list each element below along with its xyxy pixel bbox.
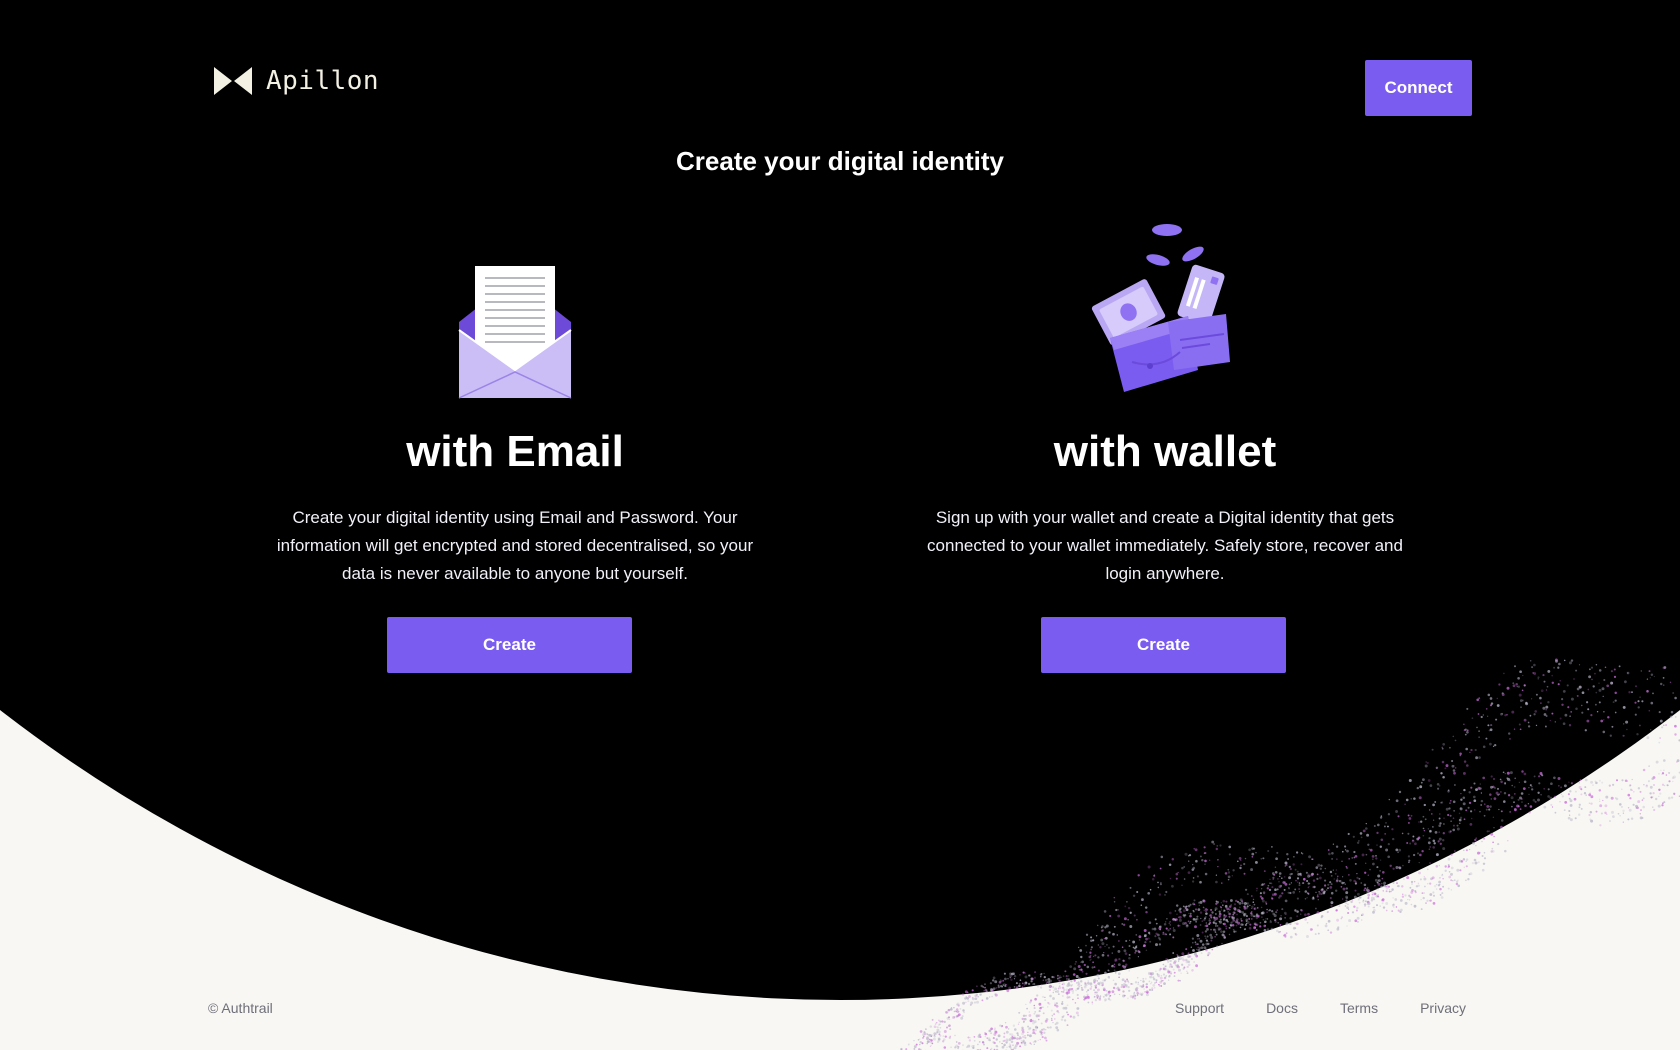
footer-link-support[interactable]: Support: [1175, 1000, 1224, 1016]
wallet-option-card: with wallet Sign up with your wallet and…: [905, 220, 1425, 588]
wallet-icon: [905, 220, 1425, 400]
particle-wave-decoration: [900, 658, 1680, 1050]
footer-copyright: © Authtrail: [208, 1000, 273, 1016]
page-title: Create your digital identity: [676, 146, 1004, 176]
wallet-card-description: Sign up with your wallet and create a Di…: [927, 508, 1403, 583]
apillon-logo-icon: [214, 67, 252, 95]
envelope-letter-icon: [255, 220, 775, 400]
create-with-email-button[interactable]: Create: [387, 617, 632, 673]
connect-button[interactable]: Connect: [1365, 60, 1472, 116]
footer-link-docs[interactable]: Docs: [1266, 1000, 1298, 1016]
email-card-title: with Email: [406, 427, 624, 476]
brand-logo[interactable]: Apillon: [214, 66, 379, 96]
email-option-card: with Email Create your digital identity …: [255, 220, 775, 588]
page: Apillon Connect Create your digital iden…: [0, 0, 1680, 1050]
brand-name: Apillon: [266, 66, 380, 96]
email-card-description: Create your digital identity using Email…: [276, 508, 754, 583]
footer-links: Support Docs Terms Privacy: [1175, 1000, 1466, 1016]
create-with-wallet-button[interactable]: Create: [1041, 617, 1286, 673]
wallet-card-title: with wallet: [1053, 427, 1277, 476]
footer-link-terms[interactable]: Terms: [1340, 1000, 1378, 1016]
footer-link-privacy[interactable]: Privacy: [1420, 1000, 1466, 1016]
